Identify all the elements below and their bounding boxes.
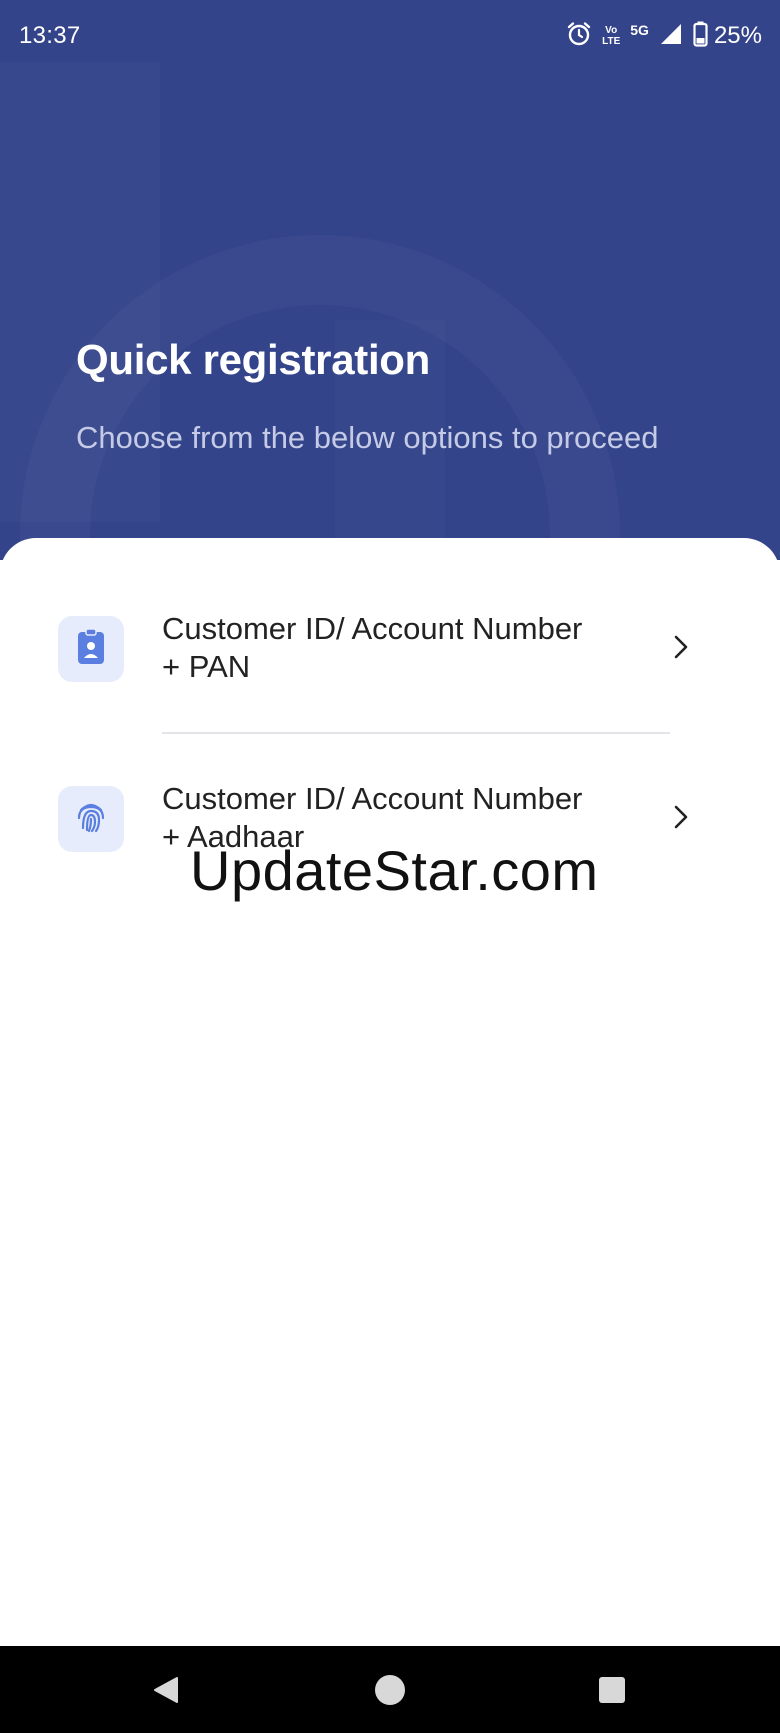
- alarm-icon: [566, 21, 592, 52]
- fingerprint-icon: [74, 800, 108, 839]
- option-label-line: Customer ID/ Account Number: [162, 611, 583, 646]
- watermark: UpdateStar.com: [190, 839, 599, 902]
- volte-icon: Vo LTE: [602, 25, 620, 47]
- chevron-right-icon: [670, 634, 692, 665]
- back-icon[interactable]: [148, 1672, 184, 1708]
- battery-percentage: 25%: [713, 22, 762, 49]
- network-type-label: 5G: [630, 22, 649, 38]
- option-pan[interactable]: Customer ID/ Account Number + PAN: [0, 596, 780, 706]
- chevron-right-icon: [670, 804, 692, 835]
- option-icon-tile: [58, 786, 124, 852]
- volte-label: Vo: [605, 25, 618, 36]
- signal-icon: [659, 22, 683, 51]
- option-label-line: + PAN: [162, 649, 251, 684]
- status-time: 13:37: [19, 22, 81, 49]
- page-subtitle: Choose from the below options to proceed: [76, 420, 659, 455]
- status-icons: Vo LTE 5G 25%: [566, 20, 762, 52]
- battery-icon: [693, 21, 708, 52]
- lte-label: LTE: [602, 36, 621, 47]
- option-icon-tile: [58, 616, 124, 682]
- divider: [162, 732, 670, 734]
- recents-icon[interactable]: [594, 1672, 630, 1708]
- options-card: Customer ID/ Account Number + PAN Custom…: [0, 538, 780, 1646]
- header: 13:37 Vo LTE 5G 25% Quick registration C…: [0, 0, 780, 560]
- page-title: Quick registration: [76, 336, 431, 383]
- option-label-line: Customer ID/ Account Number: [162, 781, 583, 816]
- option-label: Customer ID/ Account Number + PAN: [162, 610, 622, 686]
- status-bar: 13:37 Vo LTE 5G 25%: [0, 0, 780, 72]
- navigation-bar: [0, 1646, 780, 1733]
- id-card-icon: [76, 627, 106, 671]
- home-icon[interactable]: [372, 1672, 408, 1708]
